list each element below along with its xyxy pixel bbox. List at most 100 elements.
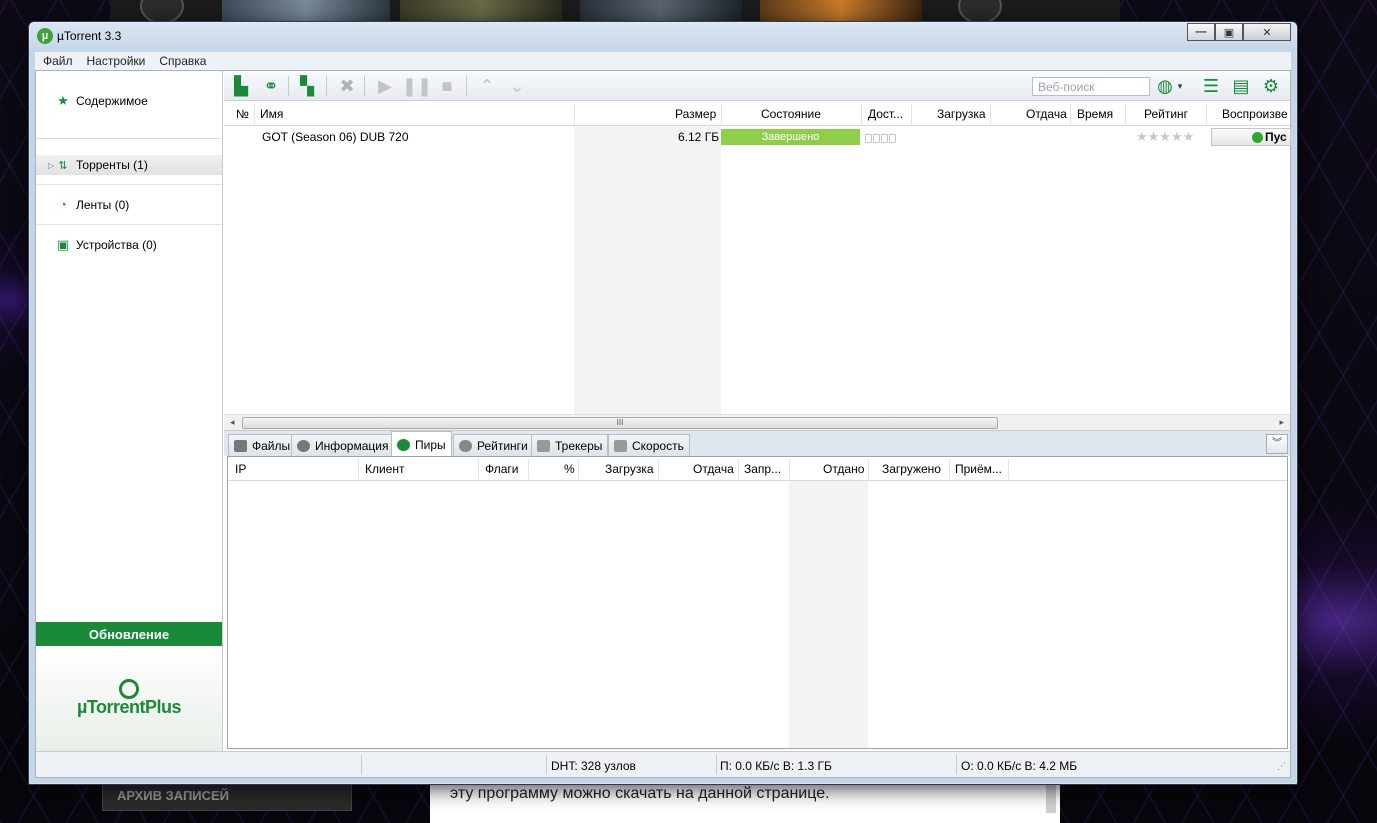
column-header-number[interactable]: №: [236, 107, 249, 121]
column-header-upload[interactable]: Отдача: [693, 462, 734, 476]
rss-icon: ◔: [59, 197, 67, 212]
maximize-button[interactable]: ▣: [1215, 23, 1243, 41]
update-banner[interactable]: Обновление: [36, 622, 222, 646]
column-header-receive[interactable]: Приём...: [955, 462, 1002, 476]
column-divider[interactable]: [478, 459, 479, 479]
move-down-icon[interactable]: ⌄: [506, 75, 528, 97]
column-divider[interactable]: [990, 104, 991, 124]
menu-file[interactable]: Файл: [43, 54, 73, 68]
play-button[interactable]: Пус: [1211, 128, 1291, 146]
column-header-percent[interactable]: %: [564, 462, 575, 476]
list-view-icon[interactable]: ☰: [1200, 75, 1222, 97]
horizontal-scrollbar[interactable]: ◂ III ▸: [224, 414, 1290, 430]
create-torrent-icon[interactable]: ▚: [296, 75, 318, 97]
menu-help[interactable]: Справка: [159, 54, 206, 68]
column-header-size[interactable]: Размер: [675, 107, 716, 121]
dropdown-arrow-icon[interactable]: ▾: [1174, 75, 1186, 97]
tab-info[interactable]: Информация: [291, 434, 395, 457]
column-divider[interactable]: [1125, 104, 1126, 124]
column-header-name[interactable]: Имя: [260, 107, 283, 121]
column-divider[interactable]: [658, 459, 659, 479]
scrollbar-thumb[interactable]: III: [242, 417, 998, 429]
search-engine-icon[interactable]: ◍: [1154, 75, 1176, 97]
tab-peers[interactable]: Пиры: [391, 431, 452, 457]
menu-settings[interactable]: Настройки: [87, 54, 146, 68]
column-header-availability[interactable]: Дост...: [868, 107, 903, 121]
torrent-status-bar: Завершено: [721, 129, 860, 145]
column-divider[interactable]: [1206, 104, 1207, 124]
sidebar-item-torrents[interactable]: ▷ ⇅ Торренты (1): [36, 155, 222, 175]
column-divider[interactable]: [528, 459, 529, 479]
toolbar: ▙ ⚭ ▚ ✖ ▶ ❚❚ ■ ⌃ ⌄ Веб-поиск ◍ ▾ ☰ ▤ ⚙: [224, 71, 1290, 101]
minimize-button[interactable]: —: [1187, 23, 1215, 41]
column-divider[interactable]: [1008, 459, 1009, 479]
column-header-download[interactable]: Загрузка: [937, 107, 986, 121]
column-header-rating[interactable]: Рейтинг: [1144, 107, 1188, 121]
scroll-left-arrow-icon[interactable]: ◂: [230, 417, 235, 428]
column-divider[interactable]: [1070, 104, 1071, 124]
trackers-icon: [537, 440, 550, 452]
column-divider[interactable]: [789, 459, 790, 479]
close-button[interactable]: ✕: [1243, 23, 1291, 41]
column-divider[interactable]: [254, 104, 255, 124]
column-header-ip[interactable]: IP: [235, 462, 246, 476]
tab-speed[interactable]: Скорость: [608, 434, 690, 457]
start-icon[interactable]: ▶: [374, 75, 396, 97]
upload-status[interactable]: О: 0.0 КБ/с В: 4.2 МБ: [961, 759, 1077, 773]
column-header-status[interactable]: Состояние: [761, 107, 821, 121]
column-header-playback[interactable]: Воспроизве: [1222, 107, 1288, 121]
article-scrollbar[interactable]: [1046, 783, 1056, 813]
column-header-uploaded[interactable]: Отдано: [823, 462, 864, 476]
column-header-client[interactable]: Клиент: [365, 462, 405, 476]
menu-bar: Файл Настройки Справка: [35, 52, 1291, 70]
toolbar-separator: [288, 76, 289, 96]
sidebar-item-content[interactable]: ★ Содержимое: [36, 79, 222, 123]
column-shade: [574, 126, 721, 414]
pause-icon[interactable]: ❚❚: [402, 75, 432, 97]
tab-trackers[interactable]: Трекеры: [531, 434, 609, 457]
column-divider[interactable]: [861, 104, 862, 124]
column-divider[interactable]: [949, 459, 950, 479]
sidebar-item-feeds[interactable]: ◔ Ленты (0): [36, 185, 222, 225]
title-bar[interactable]: µ µTorrent 3.3 — ▣ ✕: [29, 22, 1297, 50]
scroll-right-arrow-icon[interactable]: ▸: [1279, 417, 1284, 428]
torrent-name: GOT (Season 06) DUB 720: [262, 130, 409, 144]
window-title: µTorrent 3.3: [57, 29, 122, 43]
settings-gear-icon[interactable]: ⚙: [1260, 75, 1282, 97]
column-divider[interactable]: [574, 104, 575, 124]
add-link-icon[interactable]: ⚭: [260, 75, 282, 97]
rating-stars[interactable]: ★★★★★: [1136, 129, 1194, 145]
archive-button[interactable]: АРХИВ ЗАПИСЕЙ: [102, 783, 352, 811]
column-divider[interactable]: [578, 459, 579, 479]
torrents-icon: ⇅: [58, 159, 68, 172]
move-up-icon[interactable]: ⌃: [476, 75, 498, 97]
resize-grip-icon[interactable]: ⋰: [1277, 761, 1286, 772]
column-divider[interactable]: [911, 104, 912, 124]
column-header-download[interactable]: Загрузка: [605, 462, 654, 476]
stop-icon[interactable]: ■: [436, 75, 458, 97]
expand-arrow-icon[interactable]: ▷: [48, 161, 54, 170]
column-divider[interactable]: [868, 459, 869, 479]
sidebar-item-devices[interactable]: ▣ Устройства (0): [36, 225, 222, 265]
add-torrent-icon[interactable]: ▙: [230, 75, 252, 97]
tab-ratings[interactable]: Рейтинги: [453, 434, 534, 457]
collapse-panel-button[interactable]: ︾: [1266, 434, 1288, 454]
column-header-downloaded[interactable]: Загружено: [882, 462, 941, 476]
remote-icon[interactable]: ▤: [1230, 75, 1252, 97]
column-header-flags[interactable]: Флаги: [485, 462, 518, 476]
column-header-upload[interactable]: Отдача: [1026, 107, 1067, 121]
column-header-requests[interactable]: Запр...: [744, 462, 781, 476]
tab-label: Трекеры: [555, 439, 603, 453]
web-search-input[interactable]: Веб-поиск: [1032, 77, 1150, 96]
column-divider[interactable]: [738, 459, 739, 479]
tab-files[interactable]: Файлы: [228, 434, 297, 457]
column-divider[interactable]: [358, 459, 359, 479]
column-shade: [789, 481, 868, 748]
dht-status[interactable]: DHT: 328 узлов: [551, 759, 636, 773]
utorrent-plus-ad[interactable]: µTorrentPlus: [36, 646, 222, 751]
column-divider[interactable]: [721, 104, 722, 124]
torrent-row[interactable]: GOT (Season 06) DUB 720 6.12 ГБ Завершен…: [224, 127, 1291, 147]
column-header-eta[interactable]: Время: [1077, 107, 1113, 121]
remove-icon[interactable]: ✖: [336, 75, 358, 97]
download-status[interactable]: П: 0.0 КБ/с В: 1.3 ГБ: [720, 759, 832, 773]
